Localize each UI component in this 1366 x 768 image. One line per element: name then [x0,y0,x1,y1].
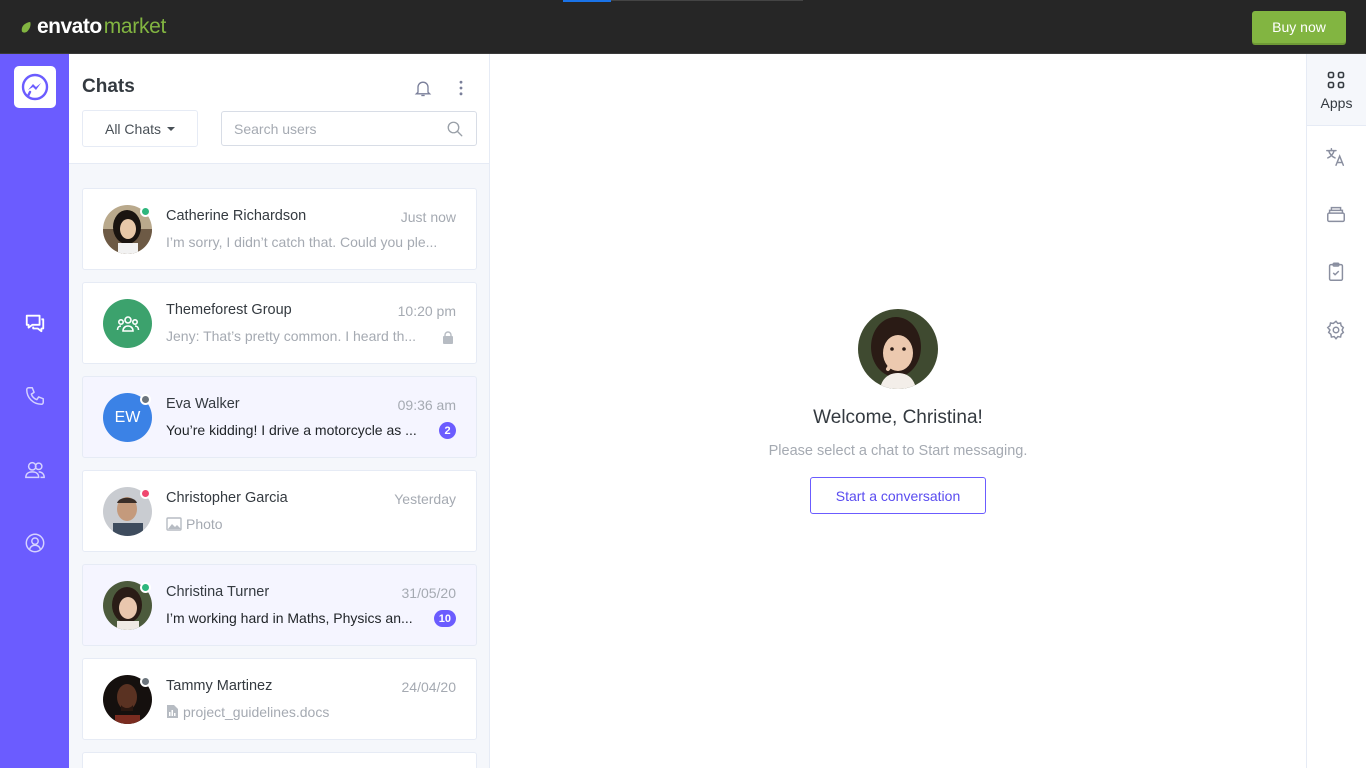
chat-time: 10:20 pm [397,303,456,319]
top-bar: envato market Buy now [0,0,1366,54]
more-options-icon[interactable] [451,78,471,98]
profile-icon[interactable] [22,530,48,556]
away-status-dot [140,394,151,405]
chats-panel: Chats All Chats Catherine Richardson Jus… [69,54,490,768]
chat-preview: You’re kidding! I drive a motorcycle as … [166,422,417,438]
chat-name: Christina Turner [166,584,270,600]
chats-header: Chats All Chats [69,54,489,164]
logo-text-envato: envato [37,15,102,38]
apps-button[interactable]: Apps [1307,54,1366,126]
chat-list: Catherine Richardson Just now I’m sorry,… [82,188,477,768]
online-status-dot [140,582,151,593]
busy-status-dot [140,488,151,499]
settings-icon[interactable] [1325,319,1347,341]
avatar-initials: EW [114,408,141,426]
image-icon [166,517,182,531]
welcome-title: Welcome, Christina! [813,407,983,428]
chat-preview: project_guidelines.docs [166,704,426,720]
bell-icon[interactable] [413,78,433,98]
caret-down-icon [167,127,176,131]
welcome-subtitle: Please select a chat to Start messaging. [768,443,1028,459]
away-status-dot [140,676,151,687]
logo-text-market: market [103,15,167,38]
search-box [221,111,477,146]
online-status-dot [140,206,151,217]
chat-preview: Photo [166,516,366,532]
welcome-pane: Welcome, Christina! Please select a chat… [490,54,1306,768]
unread-badge: 10 [433,610,456,627]
chat-preview-text: Photo [186,516,223,532]
chat-name: Catherine Richardson [166,208,307,224]
translate-icon[interactable] [1325,146,1347,168]
file-icon [167,705,178,718]
chat-item-partial[interactable] [82,752,477,768]
chat-preview: I’m working hard in Maths, Physics an... [166,610,413,626]
buy-now-button[interactable]: Buy now [1252,11,1346,43]
chat-item[interactable]: Themeforest Group 10:20 pm Jeny: That’s … [82,282,477,364]
chat-preview: Jeny: That’s pretty common. I heard th..… [166,328,417,344]
archive-icon[interactable] [1325,203,1347,225]
chat-item[interactable]: Christina Turner 31/05/20 I’m working ha… [82,564,477,646]
chat-name: Eva Walker [166,396,240,412]
group-avatar [103,299,152,348]
right-tool-rail: Apps [1306,54,1366,768]
left-nav-rail [0,54,69,768]
chat-item[interactable]: Christopher Garcia Yesterday Photo [82,470,477,552]
chat-name: Christopher Garcia [166,490,288,506]
contacts-icon[interactable] [22,457,48,483]
chat-preview: I’m sorry, I didn’t catch that. Could yo… [166,234,438,250]
tasks-icon[interactable] [1325,261,1347,283]
apps-label: Apps [1320,95,1353,111]
start-conversation-button[interactable]: Start a conversation [810,477,986,514]
chat-time: 31/05/20 [401,585,457,601]
chat-time: Yesterday [394,491,456,507]
user-avatar [858,309,938,389]
chat-time: 24/04/20 [401,679,457,695]
top-divider-line [611,0,803,1]
all-chats-label: All Chats [104,120,162,137]
leaf-icon [21,21,31,33]
chat-preview-text: project_guidelines.docs [183,704,330,720]
group-icon [116,315,139,332]
unread-badge: 2 [439,422,456,439]
phone-icon[interactable] [22,383,48,409]
all-chats-dropdown[interactable]: All Chats [82,110,198,147]
apps-grid-icon [1327,71,1345,89]
chat-time: 09:36 am [397,397,456,413]
chat-item[interactable]: Catherine Richardson Just now I’m sorry,… [82,188,477,270]
chat-item[interactable]: Tammy Martinez 24/04/20 project_guidelin… [82,658,477,740]
search-users-input[interactable] [222,112,442,145]
top-accent-line [563,0,611,2]
envato-logo[interactable]: envato market [20,15,166,39]
lock-icon [443,331,453,344]
chats-icon[interactable] [22,310,48,336]
chat-name: Tammy Martinez [166,678,273,694]
chat-time: Just now [400,209,456,225]
chat-name: Themeforest Group [166,302,292,318]
messenger-icon [21,73,49,101]
search-icon[interactable] [446,120,464,138]
app-logo[interactable] [14,66,56,108]
chat-item[interactable]: EW Eva Walker 09:36 am You’re kidding! I… [82,376,477,458]
chats-title: Chats [82,76,135,97]
